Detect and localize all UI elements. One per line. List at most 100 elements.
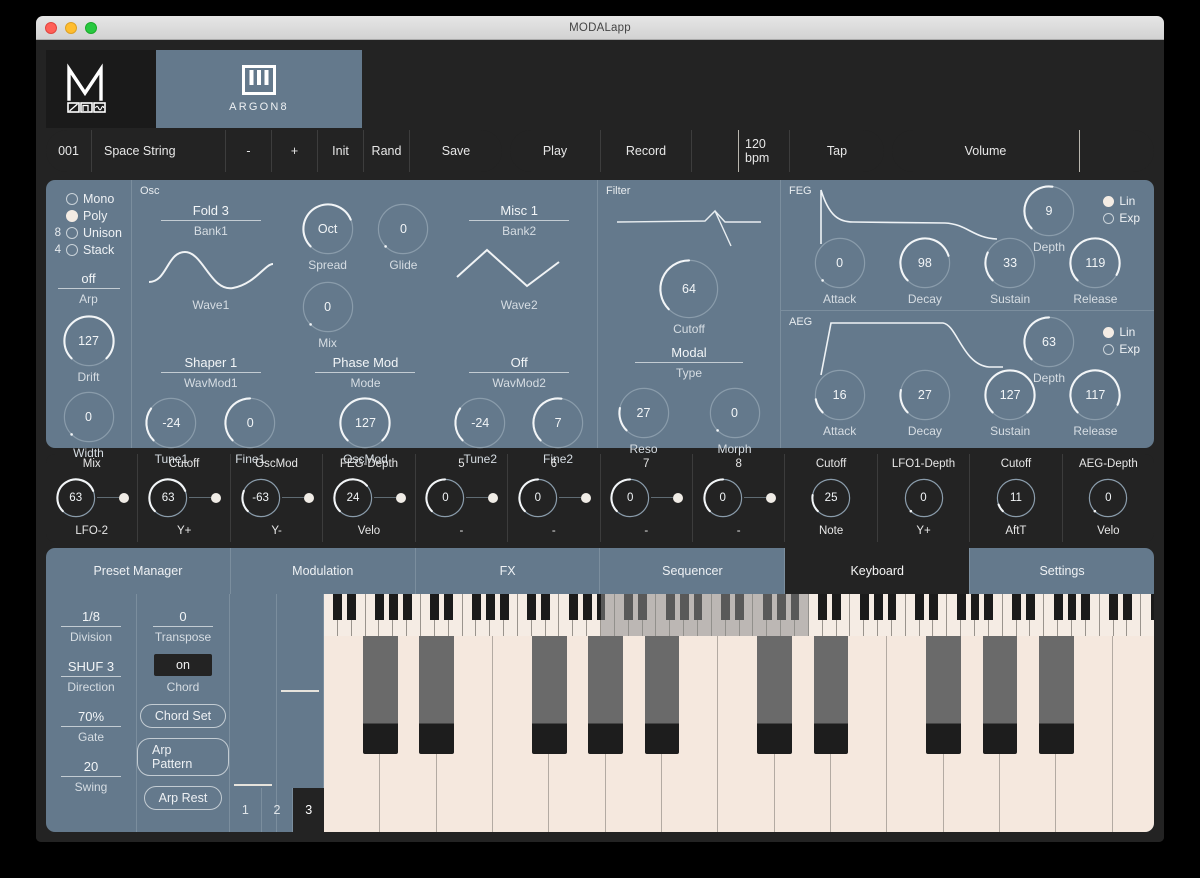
aeg-attack-knob[interactable]: 16 Attack [813,368,867,438]
fine1-knob-dial[interactable]: 0 [223,396,277,450]
mini-black-key[interactable] [374,594,384,620]
feg-depth-knob-dial[interactable]: 9 [1022,184,1076,238]
mod-slot[interactable]: Mix 63 LFO-2 [46,454,139,542]
feg-release-knob-dial[interactable]: 119 [1068,236,1122,290]
save-button[interactable]: Save [410,130,502,172]
reso-knob[interactable]: 27 Reso [617,386,671,456]
mini-black-key[interactable] [679,594,689,620]
mini-black-key[interactable] [402,594,412,620]
tab-modulation[interactable]: Modulation [230,548,416,594]
drift-knob-dial[interactable]: 127 [62,314,116,368]
voice-mode-unison[interactable]: 8 Unison [46,224,131,241]
mix-knob-dial[interactable]: 0 [301,280,355,334]
mod-destination[interactable]: Cutoff [1001,458,1031,470]
mod-pin-button[interactable] [580,492,591,503]
aeg-release-knob[interactable]: 117 Release [1068,368,1122,438]
tab-settings[interactable]: Settings [970,548,1154,594]
mod-depth-knob[interactable]: 0 [903,477,945,519]
arp-pattern-button[interactable]: Arp Pattern [137,738,229,776]
mini-black-key[interactable] [1012,594,1022,620]
voice-stack-count[interactable]: 4 [50,244,61,256]
mini-black-key[interactable] [790,594,800,620]
aeg-decay-knob-dial[interactable]: 27 [898,368,952,422]
spread-knob-dial[interactable]: Oct [301,202,355,256]
mini-black-key[interactable] [1081,594,1091,620]
mod-source[interactable]: Y+ [916,525,930,537]
mode-selector[interactable]: Phase Mod Mode [290,354,442,390]
piano-black-key[interactable] [757,636,793,754]
aeg-lin-radio-icon[interactable] [1103,326,1115,338]
aeg-lin-option[interactable]: Lin [1103,325,1140,339]
mini-black-key[interactable] [721,594,731,620]
aeg-release-knob-dial[interactable]: 117 [1068,368,1122,422]
preset-name[interactable]: Space String [92,130,226,172]
feg-attack-knob[interactable]: 0 Attack [813,236,867,306]
feg-sustain-knob-dial[interactable]: 33 [983,236,1037,290]
mod-depth-knob[interactable]: 25 [810,477,852,519]
mini-black-key[interactable] [624,594,634,620]
aeg-depth-knob-dial[interactable]: 63 [1022,315,1076,369]
width-knob-dial[interactable]: 0 [62,390,116,444]
piano-black-key[interactable] [419,636,455,754]
mod-depth-knob[interactable]: 63 [147,477,189,519]
feg-decay-knob[interactable]: 98 Decay [898,236,952,306]
voice-mode-mono[interactable]: Mono [46,190,131,207]
piano-black-key[interactable] [982,636,1018,754]
mini-black-key[interactable] [1123,594,1132,620]
main-keyboard[interactable] [324,636,1154,832]
feg-exp-radio-icon[interactable] [1103,212,1115,224]
feg-release-knob[interactable]: 119 Release [1068,236,1122,306]
glide-knob-dial[interactable]: 0 [376,202,430,256]
cutoff-knob-dial[interactable]: 64 [658,258,720,320]
poly-radio-icon[interactable] [66,209,78,222]
mini-black-key[interactable] [762,594,772,620]
mod-pin-button[interactable] [395,492,406,503]
mod-source[interactable]: Y- [271,525,281,537]
mod-source[interactable]: Velo [358,525,380,537]
arp-swing[interactable]: 20 Swing [61,758,121,794]
arp-selector[interactable]: off Arp [46,270,131,306]
mod-slot[interactable]: Cutoff 11 AftT [970,454,1063,542]
mini-keyboard-overview[interactable] [324,594,1154,636]
init-button[interactable]: Init [318,130,364,172]
preset-next-button[interactable]: + [272,130,318,172]
mini-black-key[interactable] [596,594,606,620]
mod-source[interactable]: - [459,525,463,537]
piano-black-key[interactable] [531,636,567,754]
mod-destination[interactable]: 8 [735,458,741,470]
aeg-sustain-knob-dial[interactable]: 127 [983,368,1037,422]
wheel-page-1[interactable]: 1 [230,788,262,832]
unison-radio-icon[interactable] [66,226,78,239]
arp-direction[interactable]: SHUF 3 Direction [61,658,121,694]
morph-knob[interactable]: 0 Morph [708,386,762,456]
mod-source[interactable]: Velo [1097,525,1119,537]
wave2-display[interactable] [449,242,589,302]
voice-mode-poly[interactable]: Poly [46,207,131,224]
preset-number[interactable]: 001 [46,130,92,172]
mini-black-key[interactable] [388,594,398,620]
transport-blank-cell[interactable] [692,130,739,172]
aeg-sustain-knob[interactable]: 127 Sustain [983,368,1037,438]
width-knob[interactable]: 0 Width [46,390,131,460]
mod-slot[interactable]: AEG-Depth 0 Velo [1063,454,1154,542]
mod-destination[interactable]: Cutoff [169,458,199,470]
mod-slot[interactable]: LFO1-Depth 0 Y+ [878,454,971,542]
mini-black-key[interactable] [638,594,648,620]
product-tab-argon8[interactable]: ARGON8 [156,50,362,128]
arp-rest-button[interactable]: Arp Rest [143,786,223,810]
oscmod-knob-dial[interactable]: 127 [338,396,392,450]
mod-source[interactable]: Note [819,525,843,537]
mod-pin-button[interactable] [118,492,129,503]
preset-prev-button[interactable]: - [226,130,272,172]
mod-slot[interactable]: OscMod -63 Y- [231,454,324,542]
mod-depth-knob[interactable]: 0 [424,477,466,519]
wavmod2-selector[interactable]: Off WavMod2 [441,354,597,390]
piano-white-key[interactable] [1112,636,1154,832]
mini-black-key[interactable] [541,594,551,620]
tap-tempo-button[interactable]: Tap [790,130,884,172]
mini-black-key[interactable] [832,594,841,620]
mod-depth-knob[interactable]: -63 [240,477,282,519]
mod-source[interactable]: AftT [1005,525,1026,537]
morph-knob-dial[interactable]: 0 [708,386,762,440]
chord-toggle[interactable]: on [154,654,212,676]
